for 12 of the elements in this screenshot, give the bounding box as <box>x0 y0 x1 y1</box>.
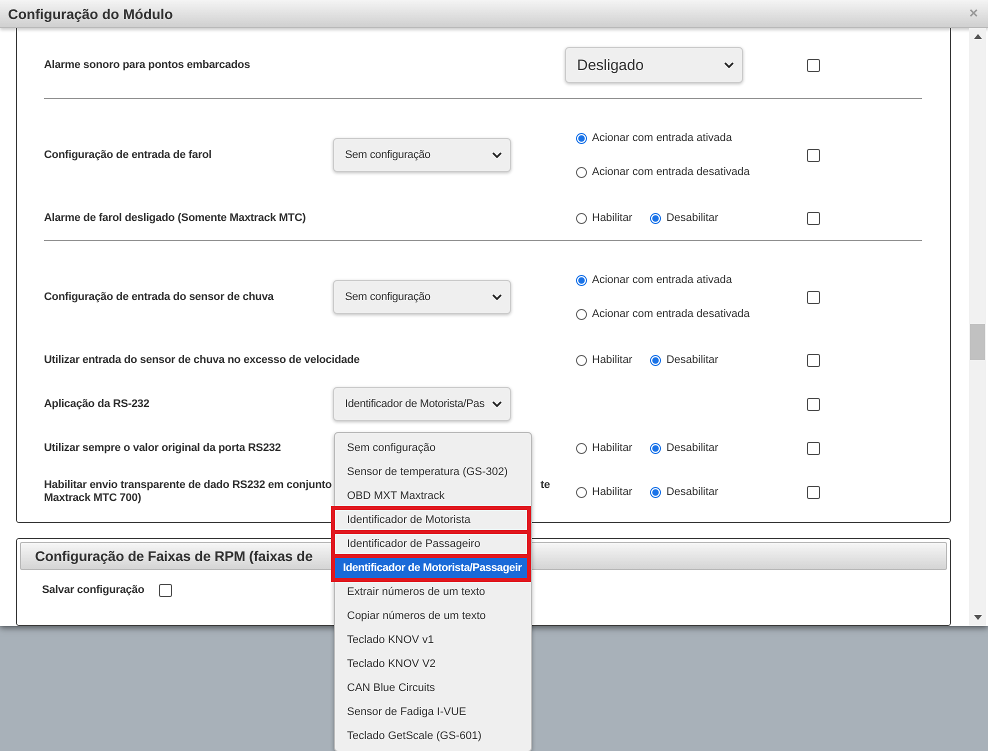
field-label: Habilitar envio transparente de dado RS232 em conjunto <box>44 479 332 492</box>
field-label: Configuração de entrada do sensor de chuva <box>44 290 274 304</box>
field-label: Configuração de entrada de farol <box>44 148 212 162</box>
field-label: te <box>540 479 550 492</box>
field-label: Salvar configuração <box>42 584 144 597</box>
field-label: Alarme sonoro para pontos embarcados <box>44 58 250 72</box>
field-label: Maxtrack MTC 700) <box>44 492 142 505</box>
field-label: Utilizar sempre o valor original da porta RS232 <box>44 442 281 454</box>
field-label: Alarme de farol desligado (Somente Maxtrack MTC) <box>44 212 306 224</box>
field-label: Aplicação da RS-232 <box>44 398 150 410</box>
field-label: Utilizar entrada do sensor de chuva no excesso de velocidade <box>44 354 360 366</box>
window-title: Configuração do Módulo <box>8 6 173 22</box>
